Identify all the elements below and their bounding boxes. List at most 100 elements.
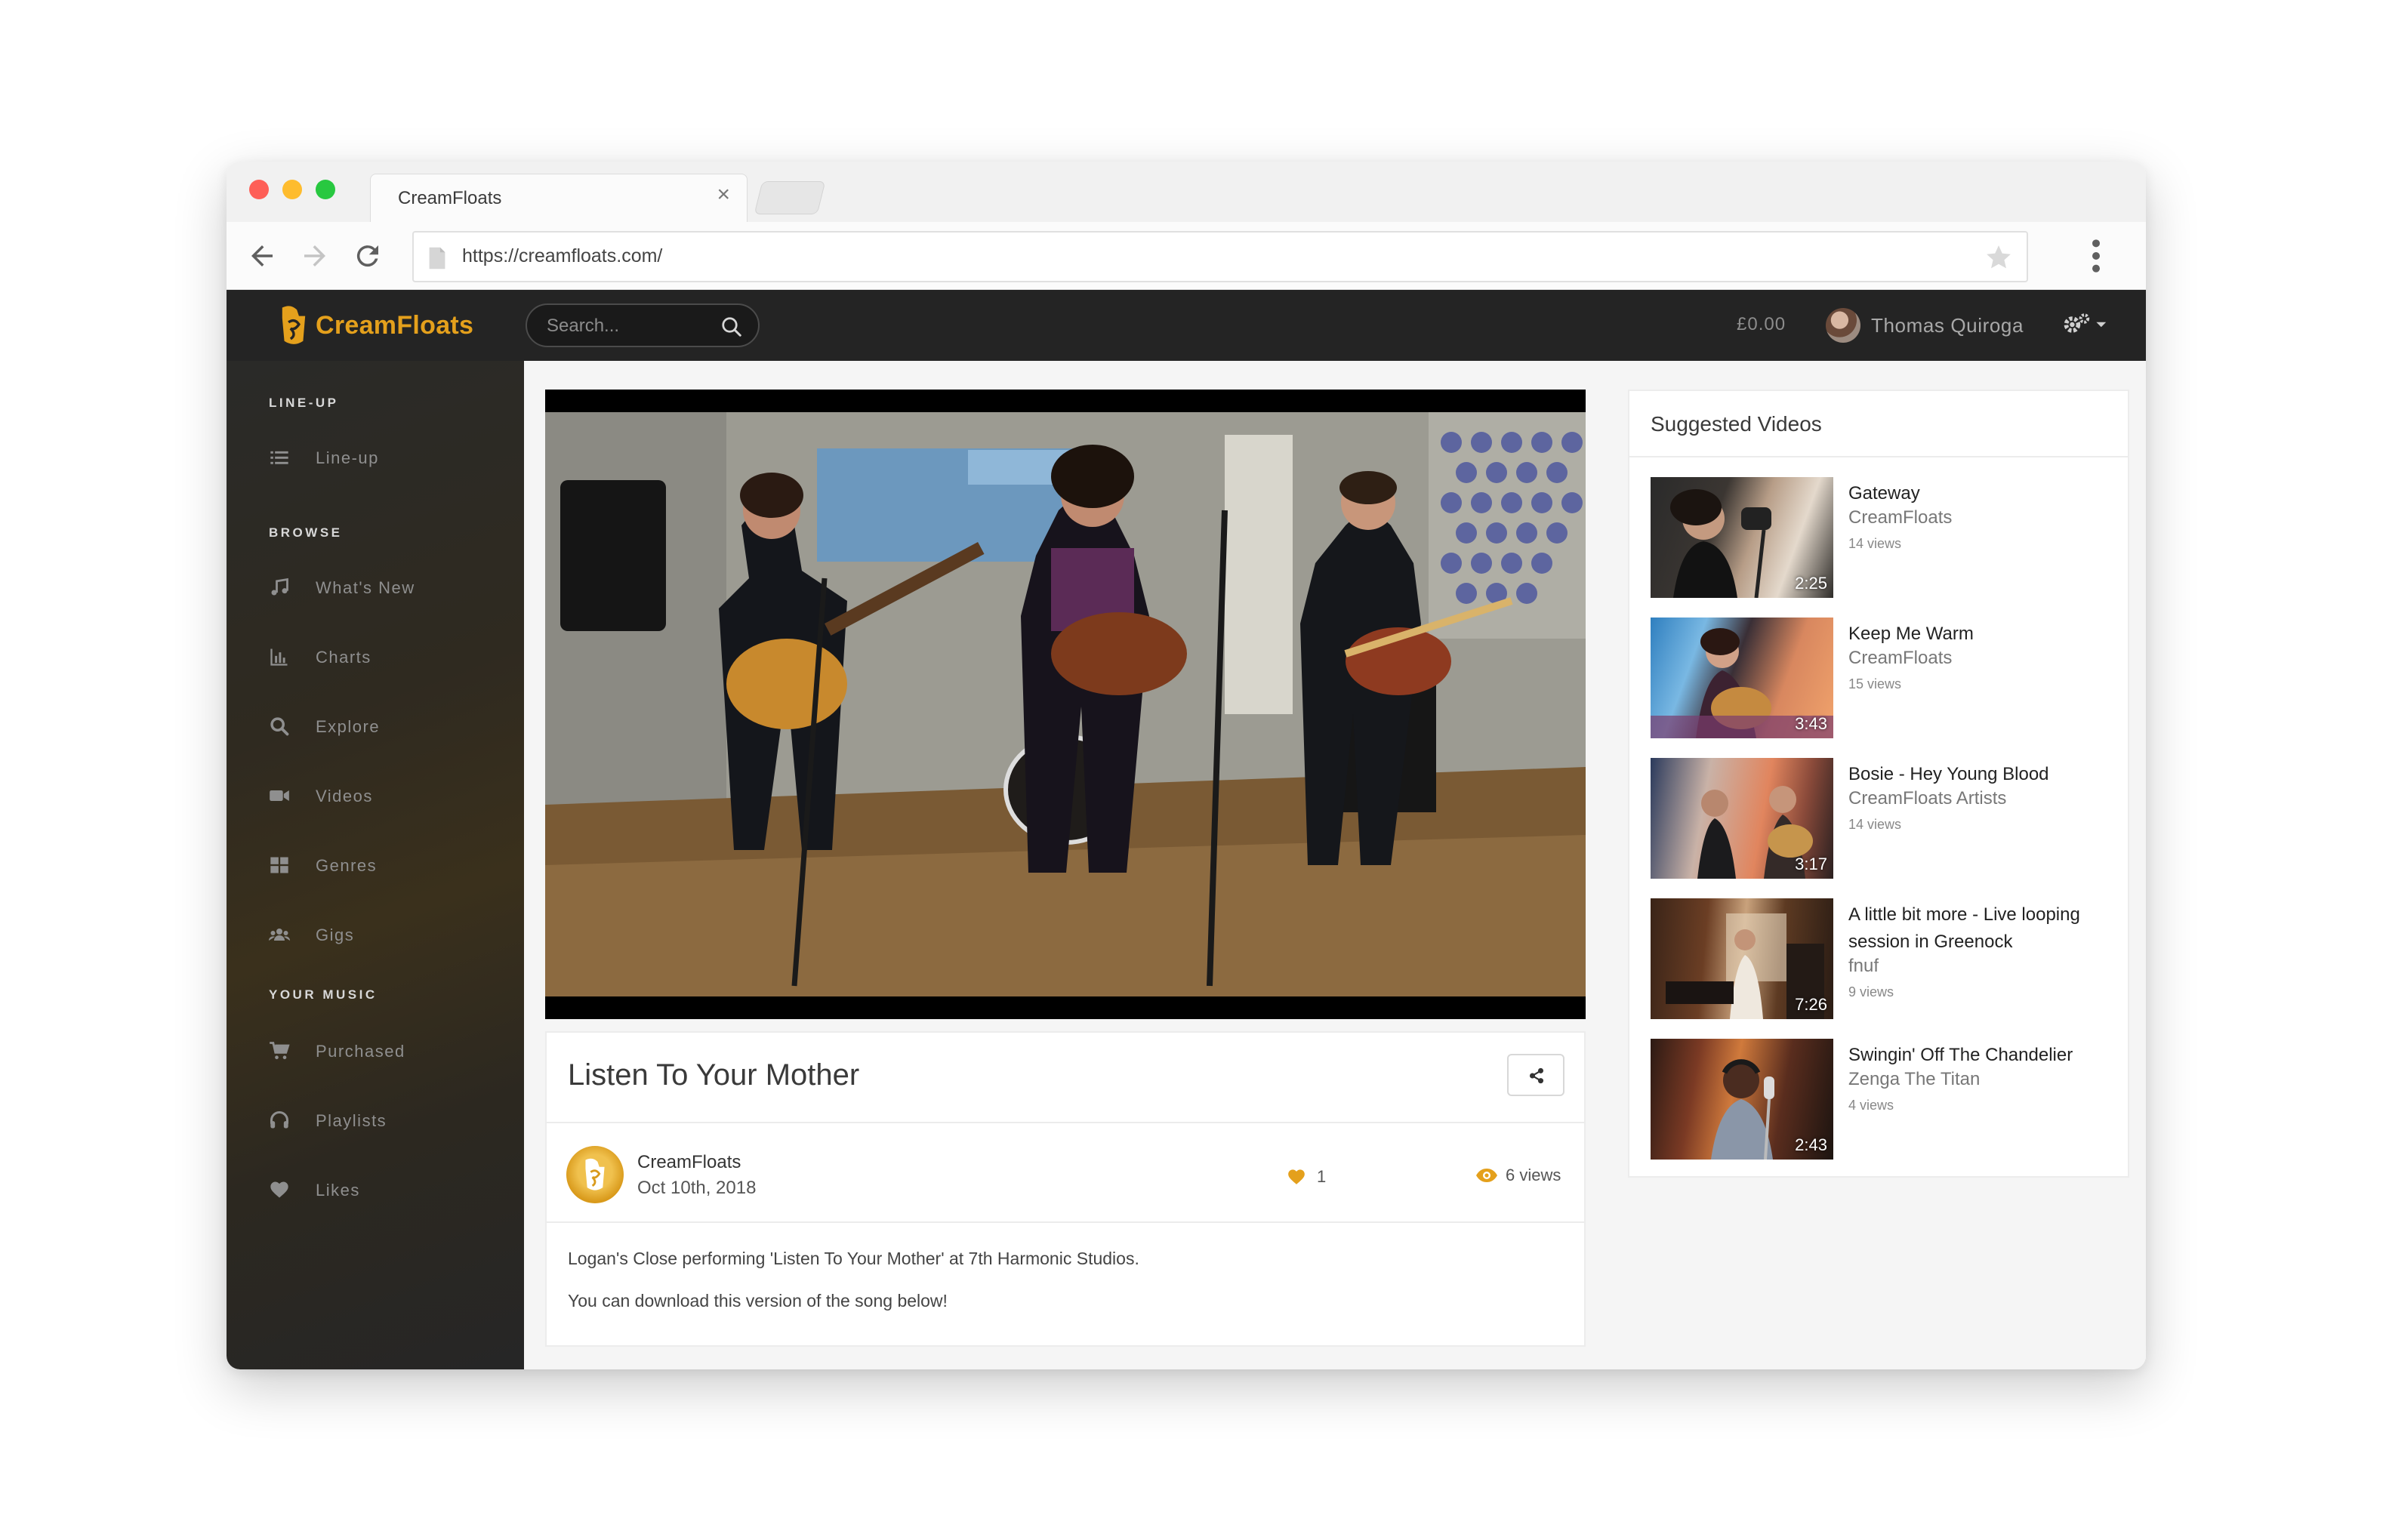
channel-name[interactable]: CreamFloats bbox=[637, 1152, 741, 1173]
suggested-video-channel[interactable]: CreamFloats bbox=[1848, 507, 1952, 528]
like-count: 1 bbox=[1317, 1167, 1327, 1186]
divider bbox=[547, 1122, 1584, 1123]
sidebar-item-lineup[interactable]: Line-up bbox=[269, 442, 495, 473]
tab-close-icon[interactable]: × bbox=[717, 182, 730, 208]
suggested-video-views: 14 views bbox=[1848, 536, 1902, 551]
tab-strip: CreamFloats × bbox=[227, 162, 2146, 222]
suggested-video-channel[interactable]: fnuf bbox=[1848, 956, 1879, 977]
browser-tab[interactable]: CreamFloats × bbox=[370, 174, 748, 222]
sidebar-item-label: What's New bbox=[316, 578, 415, 597]
video-duration: 7:26 bbox=[1795, 995, 1827, 1014]
back-arrow-icon[interactable] bbox=[246, 240, 278, 272]
video-frame[interactable] bbox=[545, 412, 1586, 996]
video-still-image bbox=[545, 412, 1586, 996]
share-button[interactable] bbox=[1507, 1054, 1564, 1096]
suggested-video-item[interactable]: 3:43 Keep Me Warm CreamFloats 15 views bbox=[1651, 618, 2119, 738]
list-icon bbox=[270, 451, 288, 464]
heart-icon bbox=[1288, 1169, 1305, 1184]
video-thumbnail[interactable]: 3:17 bbox=[1651, 758, 1833, 879]
page-icon bbox=[429, 247, 445, 270]
suggested-video-views: 15 views bbox=[1848, 676, 1902, 691]
reload-icon[interactable] bbox=[352, 240, 384, 272]
suggested-video-channel[interactable]: CreamFloats bbox=[1848, 648, 1952, 669]
sidebar-item-label: Videos bbox=[316, 787, 373, 805]
suggested-video-title[interactable]: A little bit more - Live looping session… bbox=[1848, 901, 2113, 956]
video-thumbnail[interactable]: 2:43 bbox=[1651, 1039, 1833, 1160]
video-duration: 2:25 bbox=[1795, 574, 1827, 593]
channel-avatar[interactable] bbox=[566, 1146, 624, 1203]
settings-gear-icon[interactable] bbox=[2061, 311, 2110, 338]
divider bbox=[1629, 456, 2128, 457]
app: CreamFloats £0.00 Thomas Quiroga bbox=[227, 290, 2146, 1369]
heart-icon bbox=[270, 1181, 288, 1198]
view-count-text: 6 views bbox=[1506, 1166, 1561, 1184]
suggested-videos-heading: Suggested Videos bbox=[1651, 412, 1822, 436]
video-title: Listen To Your Mother bbox=[568, 1058, 860, 1092]
video-player[interactable] bbox=[545, 390, 1586, 1019]
sidebar-heading-your-music: YOUR MUSIC bbox=[269, 987, 378, 1002]
search-box bbox=[526, 303, 760, 347]
sidebar-item-charts[interactable]: Charts bbox=[269, 642, 495, 672]
suggested-video-title[interactable]: Bosie - Hey Young Blood bbox=[1848, 761, 2113, 788]
sidebar-item-label: Likes bbox=[316, 1181, 360, 1200]
sidebar-item-explore[interactable]: Explore bbox=[269, 711, 495, 741]
suggested-video-item[interactable]: 2:25 Gateway CreamFloats 14 views bbox=[1651, 477, 2119, 598]
suggested-video-views: 4 views bbox=[1848, 1098, 1894, 1113]
description-line: Logan's Close performing 'Listen To Your… bbox=[568, 1249, 1139, 1268]
sidebar-item-gigs[interactable]: Gigs bbox=[269, 919, 495, 950]
suggested-video-title[interactable]: Swingin' Off The Chandelier bbox=[1848, 1042, 2113, 1069]
sidebar-heading-browse: BROWSE bbox=[269, 525, 343, 540]
suggested-video-item[interactable]: 3:17 Bosie - Hey Young Blood CreamFloats… bbox=[1651, 758, 2119, 879]
minimize-window-button[interactable] bbox=[282, 180, 302, 199]
address-bar[interactable]: https://creamfloats.com/ bbox=[412, 231, 2028, 282]
search-icon[interactable] bbox=[720, 316, 743, 338]
grid-icon bbox=[270, 857, 288, 873]
sidebar-item-whats-new[interactable]: What's New bbox=[269, 572, 495, 602]
bar-chart-icon bbox=[270, 648, 288, 666]
video-thumbnail[interactable]: 3:43 bbox=[1651, 618, 1833, 738]
video-duration: 3:17 bbox=[1795, 855, 1827, 873]
url-text: https://creamfloats.com/ bbox=[462, 245, 663, 266]
forward-arrow-icon[interactable] bbox=[299, 240, 331, 272]
account-balance[interactable]: £0.00 bbox=[1737, 314, 1786, 335]
suggested-video-title[interactable]: Gateway bbox=[1848, 480, 2113, 507]
maximize-window-button[interactable] bbox=[316, 180, 335, 199]
browser-window: CreamFloats × https://creamfloats.com/ C… bbox=[227, 162, 2146, 1369]
users-icon bbox=[269, 929, 290, 941]
cart-icon bbox=[270, 1042, 290, 1060]
suggested-video-item[interactable]: 7:26 A little bit more - Live looping se… bbox=[1651, 898, 2119, 1019]
video-duration: 2:43 bbox=[1795, 1135, 1827, 1154]
sidebar-item-playlists[interactable]: Playlists bbox=[269, 1105, 495, 1135]
bookmark-star-icon[interactable] bbox=[1984, 243, 2013, 272]
sidebar-item-likes[interactable]: Likes bbox=[269, 1175, 495, 1205]
eye-icon bbox=[1476, 1169, 1497, 1182]
new-tab-button[interactable] bbox=[754, 181, 826, 214]
brand-logo-icon bbox=[282, 306, 306, 344]
suggested-video-views: 14 views bbox=[1848, 817, 1902, 832]
suggested-video-views: 9 views bbox=[1848, 984, 1894, 999]
divider bbox=[547, 1221, 1584, 1223]
headphones-icon bbox=[270, 1111, 289, 1129]
sidebar-item-label: Purchased bbox=[316, 1042, 405, 1061]
suggested-video-channel[interactable]: CreamFloats Artists bbox=[1848, 788, 2006, 809]
share-icon bbox=[1529, 1067, 1544, 1084]
upload-date: Oct 10th, 2018 bbox=[637, 1178, 757, 1198]
sidebar-item-genres[interactable]: Genres bbox=[269, 850, 495, 880]
video-thumbnail[interactable]: 7:26 bbox=[1651, 898, 1833, 1019]
sidebar-item-label: Playlists bbox=[316, 1111, 387, 1130]
suggested-video-title[interactable]: Keep Me Warm bbox=[1848, 621, 2113, 648]
suggested-video-channel[interactable]: Zenga The Titan bbox=[1848, 1069, 1980, 1090]
sidebar-item-purchased[interactable]: Purchased bbox=[269, 1036, 495, 1066]
top-navbar: CreamFloats £0.00 Thomas Quiroga bbox=[227, 290, 2146, 361]
browser-menu-icon[interactable] bbox=[2089, 237, 2104, 275]
sidebar-item-label: Gigs bbox=[316, 926, 355, 944]
sidebar-item-videos[interactable]: Videos bbox=[269, 781, 495, 811]
music-note-icon bbox=[271, 578, 288, 596]
suggested-video-item[interactable]: 2:43 Swingin' Off The Chandelier Zenga T… bbox=[1651, 1039, 2119, 1160]
sidebar-item-label: Explore bbox=[316, 717, 381, 736]
search-input[interactable] bbox=[547, 316, 713, 337]
video-duration: 3:43 bbox=[1795, 714, 1827, 733]
video-thumbnail[interactable]: 2:25 bbox=[1651, 477, 1833, 598]
close-window-button[interactable] bbox=[249, 180, 269, 199]
sidebar-heading-lineup: LINE-UP bbox=[269, 396, 339, 410]
